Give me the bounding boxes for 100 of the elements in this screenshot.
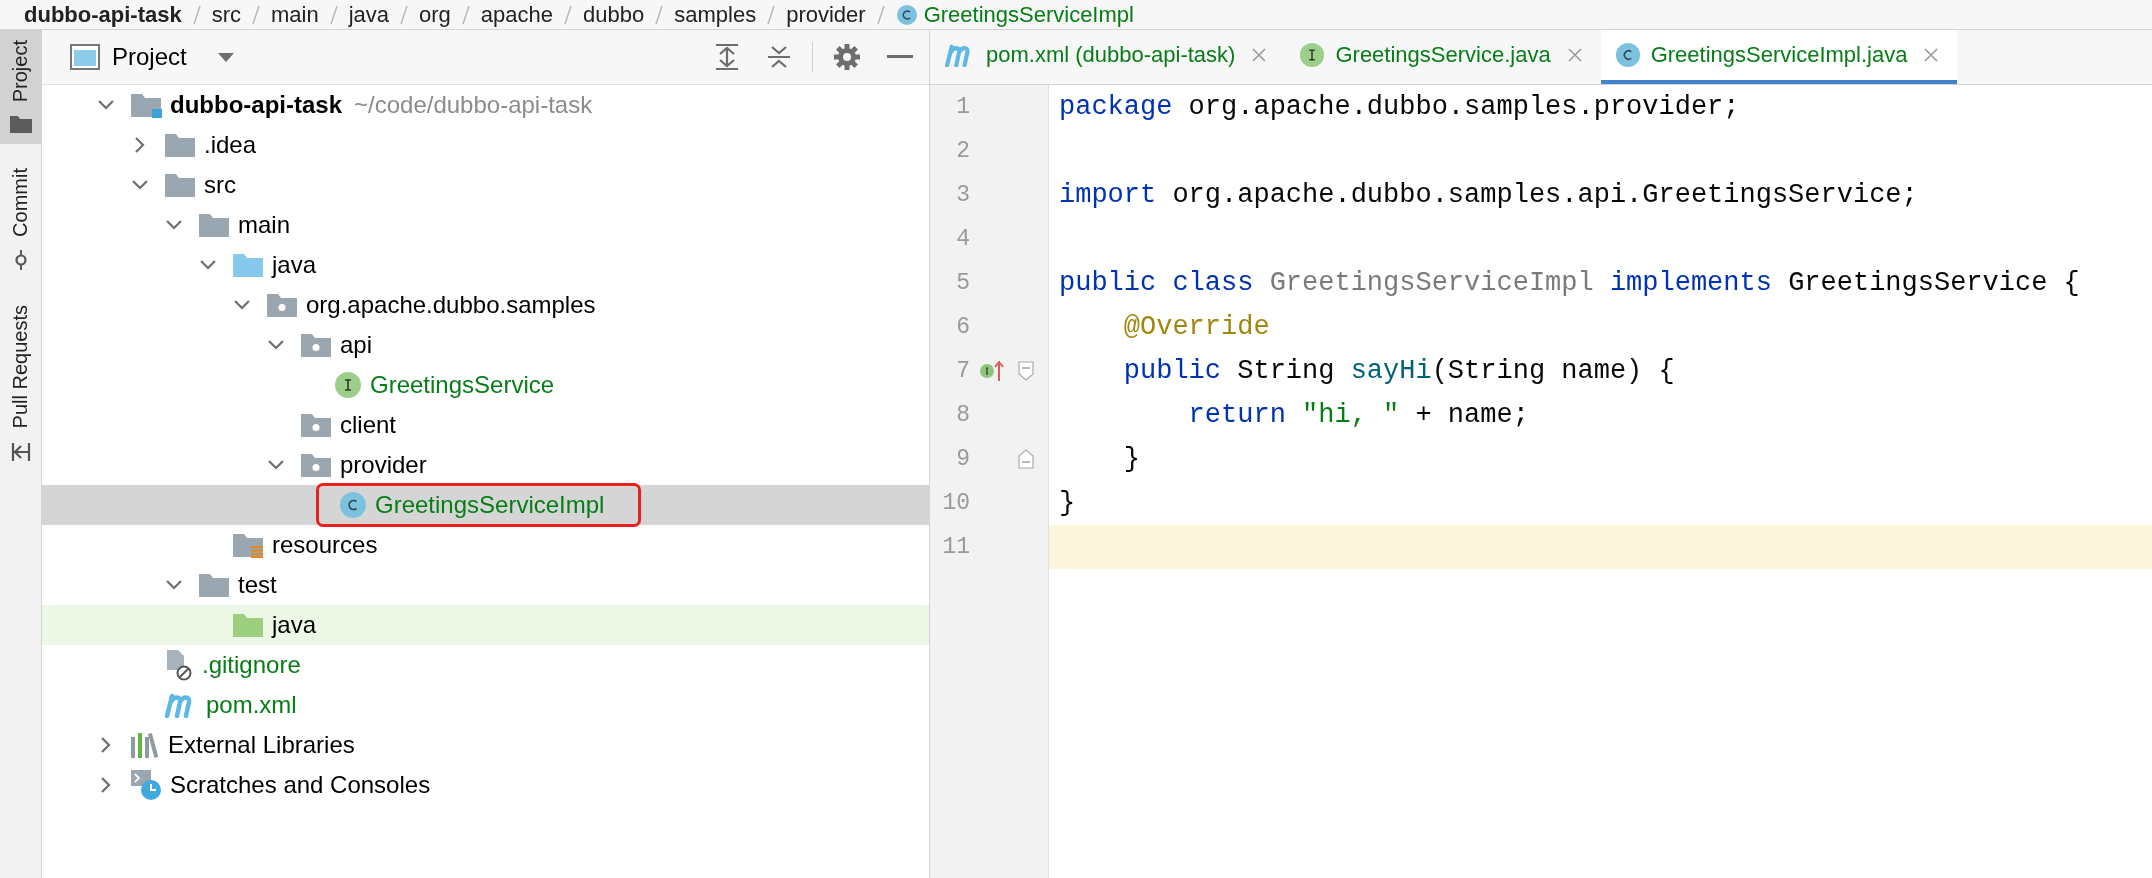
tree-item-label: External Libraries [168, 731, 355, 759]
code-line: public class GreetingsServiceImpl implements GreetingsService { [1058, 267, 2081, 300]
expand-all-icon[interactable] [714, 43, 740, 71]
package-icon [300, 452, 332, 478]
caret-icon[interactable] [216, 51, 235, 63]
breadcrumb-item[interactable]: provider [786, 1, 866, 28]
close-icon[interactable] [1923, 47, 1940, 63]
close-icon[interactable] [1251, 47, 1268, 63]
line-number: 4 [955, 226, 970, 252]
panel-title: Project [112, 43, 187, 71]
chevron-down-icon[interactable] [199, 259, 217, 271]
folder-icon [164, 132, 196, 158]
code-line: package org.apache.dubbo.samples.provider; [1058, 91, 1741, 124]
package-icon [266, 292, 298, 318]
code-line: return "hi, " + name; [1187, 399, 1530, 432]
chevron-down-icon[interactable] [233, 299, 251, 311]
line-number: 7 [955, 358, 970, 384]
tree-row[interactable]: pom.xml [42, 685, 929, 725]
tree-row[interactable]: main [42, 205, 929, 245]
tree-row[interactable]: provider [42, 445, 929, 485]
editor-tab[interactable]: GreetingsService.java [1285, 30, 1601, 84]
line-number: 9 [955, 446, 970, 472]
line-number: 10 [941, 490, 970, 516]
separator-icon [654, 3, 665, 26]
tree-row[interactable]: .idea [42, 125, 929, 165]
breadcrumb-item[interactable]: dubbo-api-task [24, 1, 182, 28]
line-number: 2 [955, 138, 970, 164]
breadcrumb-item[interactable]: samples [674, 1, 757, 28]
tree-item-label: java [272, 611, 317, 639]
project-view-icon [70, 44, 100, 70]
chevron-down-icon[interactable] [267, 339, 285, 351]
tool-window-tab[interactable]: Pull Requests [0, 295, 41, 473]
tree-row[interactable]: src [42, 165, 929, 205]
code-line: public String sayHi(String name) { [1122, 355, 1676, 388]
tree-row[interactable]: org.apache.dubbo.samples [42, 285, 929, 325]
separator-icon [766, 3, 777, 26]
tree-row[interactable]: GreetingsService [42, 365, 929, 405]
chevron-down-icon[interactable] [97, 99, 115, 111]
breadcrumb-item[interactable]: GreetingsServiceImpl [923, 1, 1134, 28]
tree-item-label: client [340, 411, 397, 439]
code-line: } [1058, 487, 1077, 520]
package-icon [300, 332, 332, 358]
chevron-down-icon[interactable] [131, 179, 149, 191]
chevron-right-icon[interactable] [100, 776, 112, 794]
chevron-right-icon[interactable] [100, 736, 112, 754]
tree-row[interactable]: dubbo-api-task ~/code/dubbo-api-task [42, 85, 929, 125]
class-icon [895, 3, 918, 26]
tree-row[interactable]: .gitignore [42, 645, 929, 685]
breadcrumb-item[interactable]: dubbo [583, 1, 645, 28]
tree-row[interactable]: test [42, 565, 929, 605]
code-line: @Override [1122, 311, 1271, 344]
line-number: 5 [955, 270, 970, 296]
tool-window-tab[interactable]: Commit [0, 158, 41, 282]
minimize-icon[interactable] [887, 54, 913, 60]
interface-icon [334, 371, 362, 399]
separator-icon [563, 3, 574, 26]
libraries-icon [130, 731, 160, 759]
tree-item-label: GreetingsServiceImpl [375, 491, 605, 519]
tree-row[interactable]: GreetingsServiceImpl [42, 485, 929, 525]
separator-icon [191, 3, 202, 26]
tree-row[interactable]: java [42, 245, 929, 285]
folder-icon [164, 172, 196, 198]
folder-icon [232, 252, 264, 278]
implements-marker-icon[interactable] [979, 359, 1005, 383]
editor-tab[interactable]: pom.xml (dubbo-api-task) [930, 30, 1286, 84]
separator-icon [328, 3, 339, 26]
line-number: 1 [955, 94, 970, 120]
tool-window-tab[interactable]: Project [0, 30, 41, 145]
chevron-down-icon[interactable] [165, 579, 183, 591]
breadcrumb-item[interactable]: org [419, 1, 451, 28]
breadcrumb-item[interactable]: main [271, 1, 319, 28]
line-number: 3 [955, 182, 970, 208]
tree-item-label: .idea [204, 131, 257, 159]
chevron-down-icon[interactable] [165, 219, 183, 231]
line-number: 8 [955, 402, 970, 428]
tree-row[interactable]: Scratches and Consoles [42, 765, 929, 805]
scratch-console-icon [130, 769, 162, 801]
tree-item-label: src [204, 171, 236, 199]
tree-row[interactable]: External Libraries [42, 725, 929, 765]
tree-row[interactable]: client [42, 405, 929, 445]
path-hint: ~/code/dubbo-api-task [354, 91, 593, 119]
breadcrumb-item[interactable]: java [348, 1, 390, 28]
folder-icon [8, 114, 33, 135]
tree-row[interactable]: resources [42, 525, 929, 565]
collapse-all-icon[interactable] [766, 43, 792, 71]
chevron-right-icon[interactable] [134, 136, 146, 154]
breadcrumb-item[interactable]: apache [480, 1, 554, 28]
tree-item-label: dubbo-api-task [170, 91, 342, 119]
tree-row[interactable]: java [42, 605, 929, 645]
line-number: 6 [955, 314, 970, 340]
breadcrumb-item[interactable]: src [211, 1, 241, 28]
close-icon[interactable] [1566, 47, 1583, 63]
settings-icon[interactable] [833, 43, 861, 71]
editor-tab[interactable]: GreetingsServiceImpl.java [1600, 30, 1958, 84]
separator-icon [460, 3, 471, 26]
tree-row[interactable]: api [42, 325, 929, 365]
folder-icon [130, 92, 162, 118]
chevron-down-icon[interactable] [267, 459, 285, 471]
folder-icon [198, 212, 230, 238]
tree-item-label: api [340, 331, 373, 359]
